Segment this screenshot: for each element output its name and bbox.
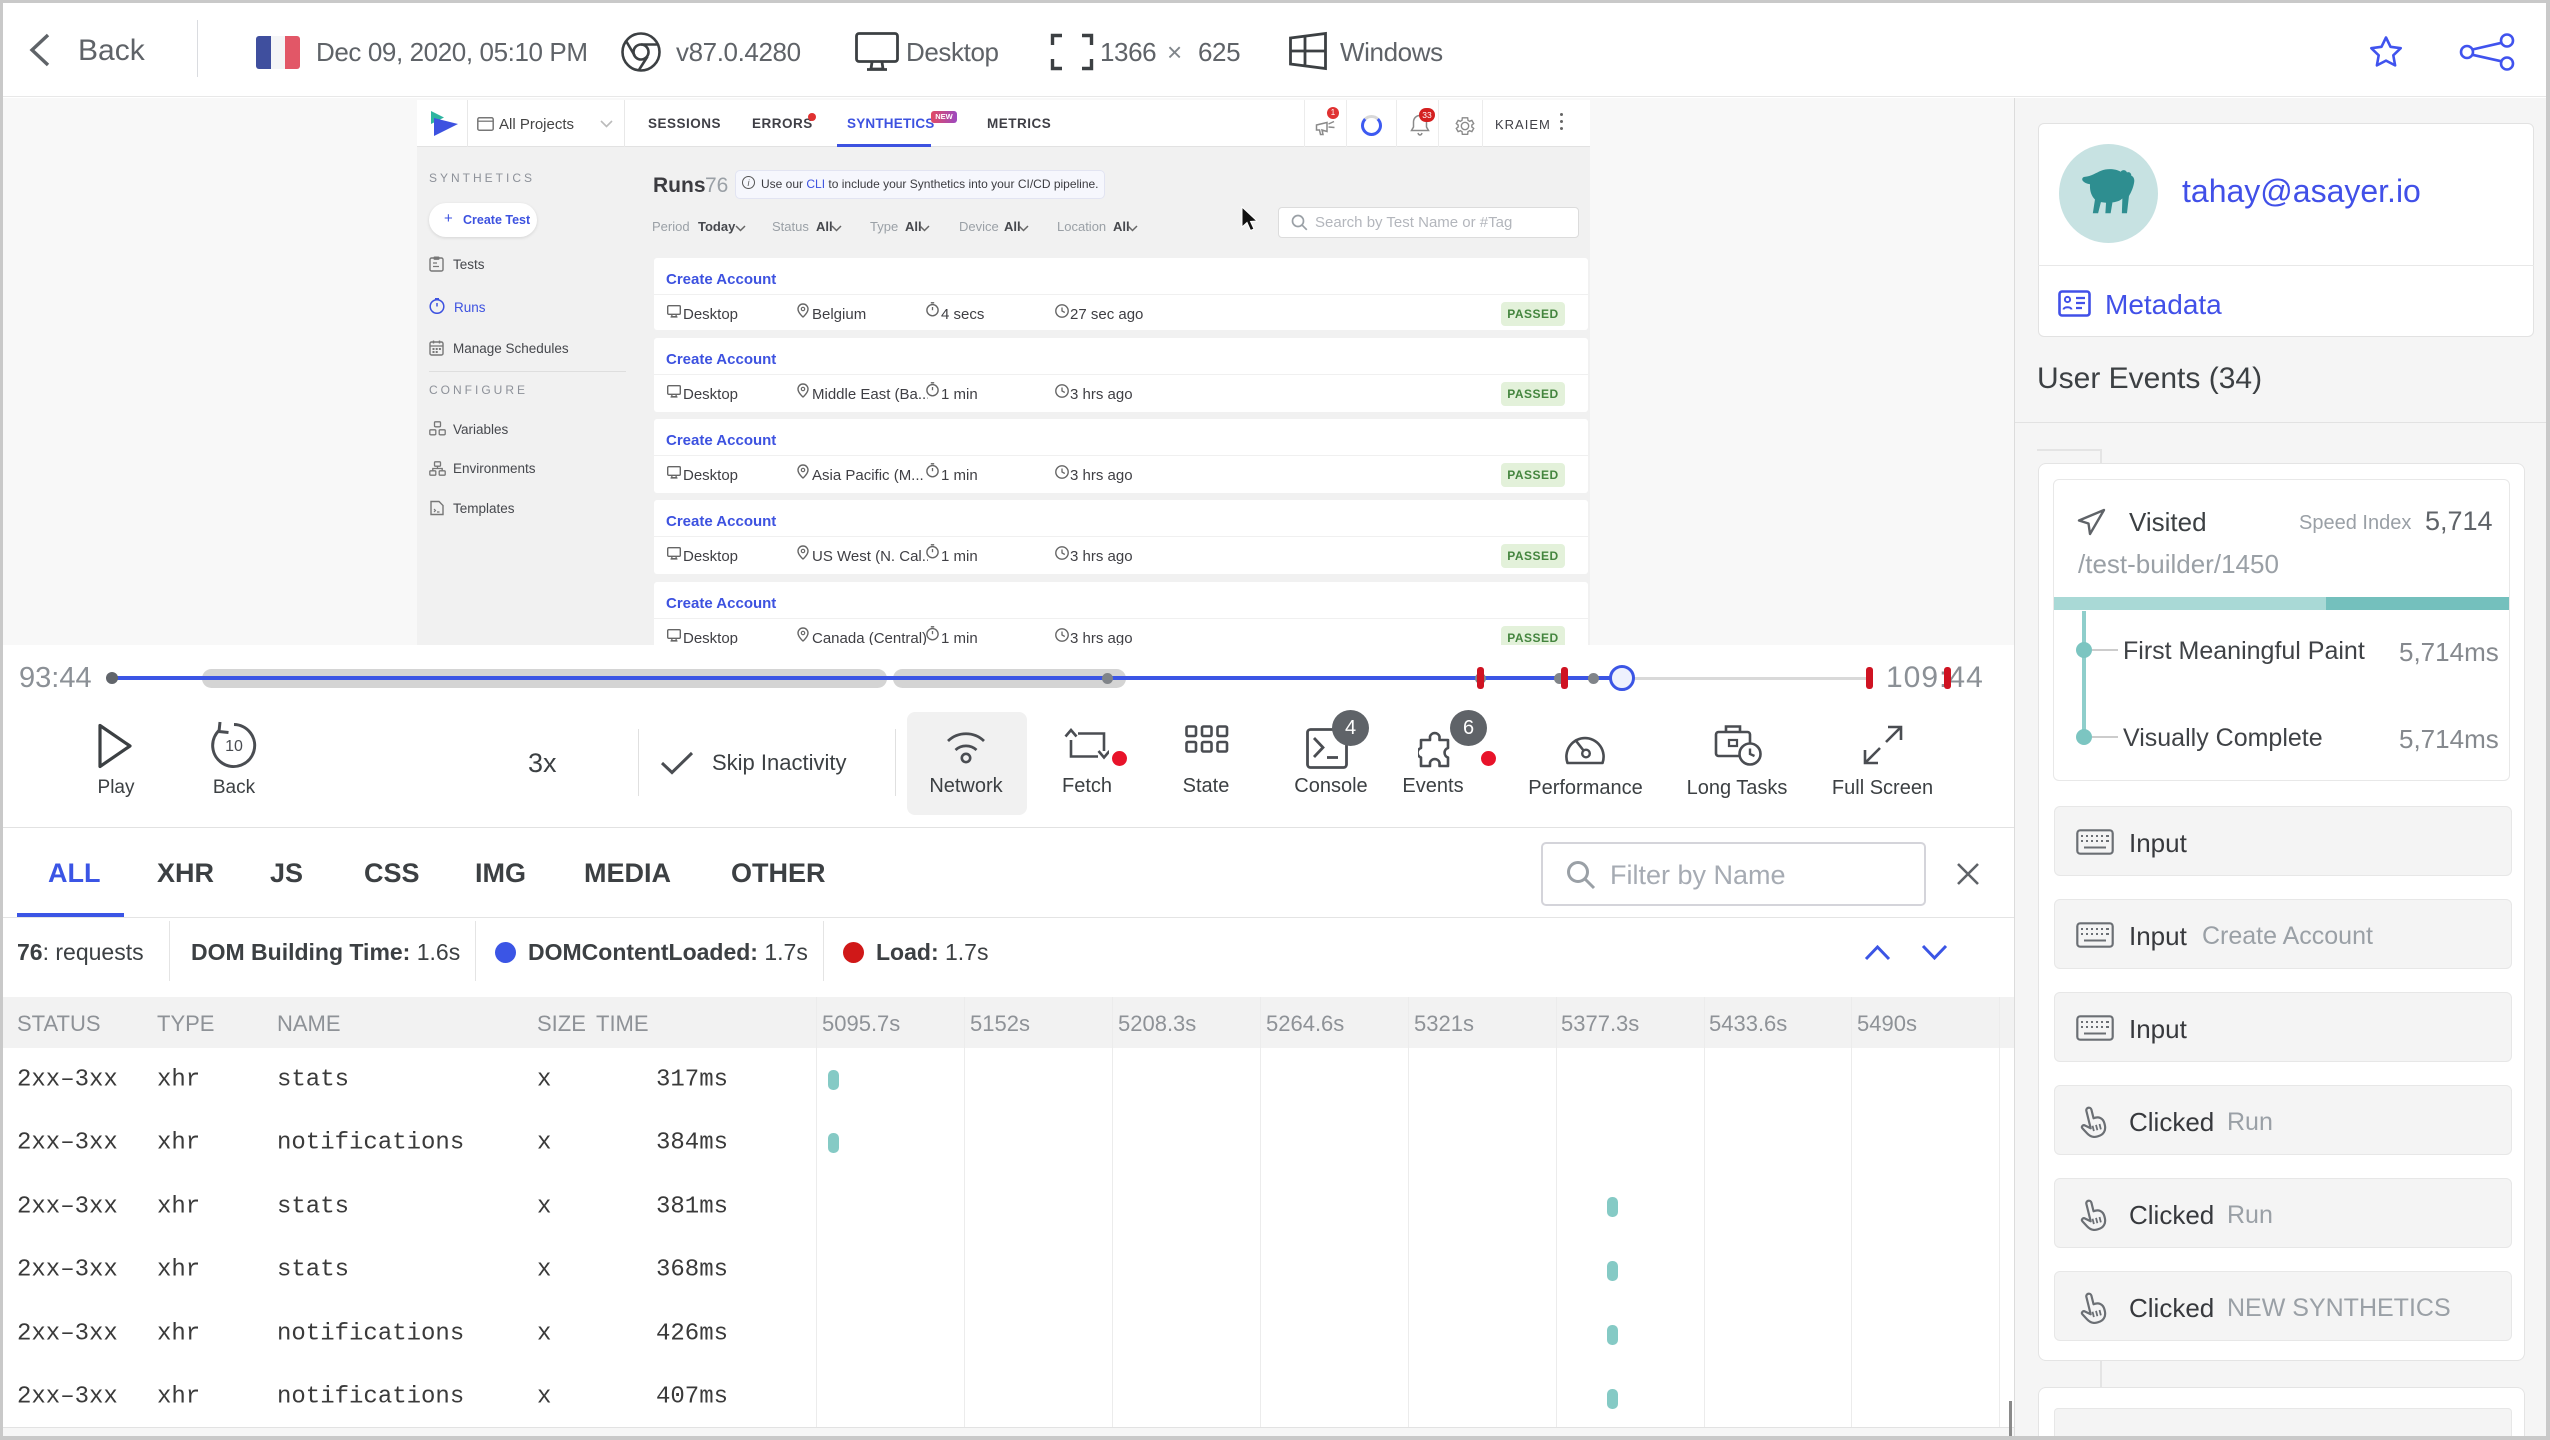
- svg-text:10: 10: [225, 738, 243, 755]
